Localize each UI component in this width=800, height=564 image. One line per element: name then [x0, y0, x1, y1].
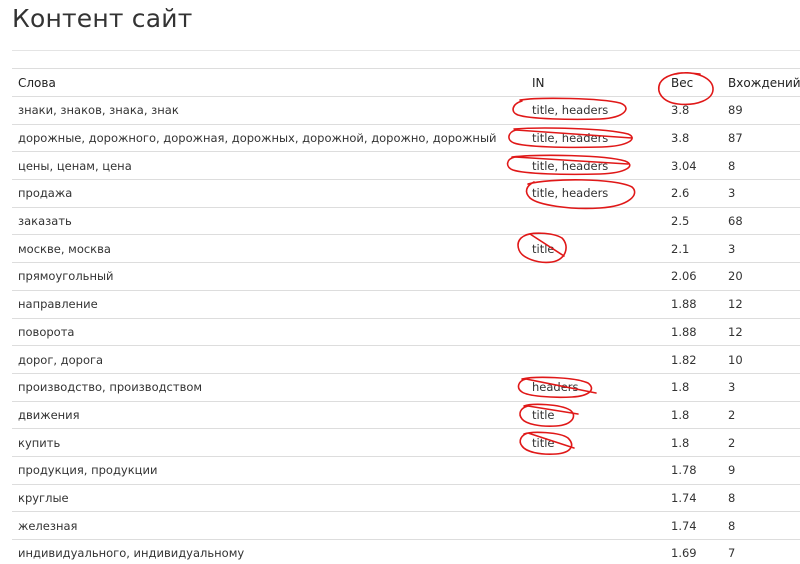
cell-weight: 2.1 [671, 241, 690, 256]
cell-count: 7 [728, 546, 736, 561]
cell-count: 8 [728, 518, 736, 533]
cell-count: 87 [728, 131, 743, 146]
cell-count: 12 [728, 297, 743, 312]
cell-words: направление [18, 297, 98, 312]
table-row: продукция, продукции 1.78 9 [12, 457, 800, 485]
table-row: москве, москва title 2.1 3 [12, 235, 800, 264]
cell-count: 3 [728, 241, 736, 256]
cell-weight: 1.74 [671, 518, 697, 533]
table-row: дорожные, дорожного, дорожная, дорожных,… [12, 125, 800, 153]
cell-in: title, headers [532, 131, 609, 146]
cell-in: title, headers [532, 186, 609, 201]
table-row: продажа title, headers 2.6 3 [12, 180, 800, 208]
cell-in: title [532, 435, 555, 450]
table-row: поворота 1.88 12 [12, 319, 800, 347]
table-row: купить title 1.8 2 [12, 429, 800, 457]
cell-in: title [532, 241, 555, 256]
cell-weight: 1.88 [671, 297, 697, 312]
header-in: IN [532, 75, 545, 90]
table-row: индивидуального, индивидуальному 1.69 7 [12, 540, 800, 564]
cell-in: title, headers [532, 158, 609, 173]
cell-words: железная [18, 518, 78, 533]
cell-words: заказать [18, 214, 72, 229]
table-row: направление 1.88 12 [12, 291, 800, 319]
title-divider [12, 50, 800, 51]
cell-weight: 2.5 [671, 214, 690, 229]
cell-words: дорожные, дорожного, дорожная, дорожных,… [18, 131, 497, 146]
cell-weight: 2.06 [671, 269, 697, 284]
table-row: цены, ценам, цена title, headers 3.04 8 [12, 152, 800, 181]
cell-words: продажа [18, 186, 73, 201]
cell-weight: 1.8 [671, 407, 690, 422]
cell-in: headers [532, 380, 579, 395]
cell-weight: 1.69 [671, 546, 697, 561]
header-count: Вхождений [728, 75, 800, 90]
cell-weight: 3.04 [671, 158, 697, 173]
table-header-row: Слова IN Вес Вхождений [12, 69, 800, 97]
cell-words: купить [18, 435, 61, 450]
cell-weight: 1.82 [671, 352, 697, 367]
cell-words: движения [18, 407, 80, 422]
cell-weight: 3.8 [671, 103, 690, 118]
cell-count: 20 [728, 269, 743, 284]
cell-in: title, headers [532, 103, 609, 118]
cell-in: title [532, 407, 555, 422]
cell-words: продукция, продукции [18, 463, 158, 478]
cell-words: дорог, дорога [18, 352, 104, 367]
cell-words: цены, ценам, цена [18, 158, 132, 173]
table-row: движения title 1.8 2 [12, 402, 800, 430]
keywords-table: Слова IN Вес Вхождений знаки, знаков, зн… [12, 68, 800, 564]
table-row: заказать 2.5 68 [12, 208, 800, 236]
cell-count: 2 [728, 407, 736, 422]
cell-weight: 1.8 [671, 380, 690, 395]
table-row: прямоугольный 2.06 20 [12, 263, 800, 291]
cell-weight: 1.88 [671, 324, 697, 339]
table-row: круглые 1.74 8 [12, 485, 800, 513]
cell-words: знаки, знаков, знака, знак [18, 103, 179, 118]
table-row: производство, производством headers 1.8 3 [12, 374, 800, 402]
cell-words: поворота [18, 324, 75, 339]
cell-count: 89 [728, 103, 743, 118]
cell-words: круглые [18, 490, 69, 505]
cell-weight: 1.78 [671, 463, 697, 478]
table-body: знаки, знаков, знака, знак title, headers… [12, 97, 800, 564]
cell-count: 12 [728, 324, 743, 339]
table-row: железная 1.74 8 [12, 512, 800, 540]
cell-weight: 2.6 [671, 186, 690, 201]
cell-words: прямоугольный [18, 269, 114, 284]
cell-count: 2 [728, 435, 736, 450]
cell-weight: 3.8 [671, 131, 690, 146]
cell-words: москве, москва [18, 241, 111, 256]
page-title: Контент сайт [12, 4, 193, 33]
cell-weight: 1.8 [671, 435, 690, 450]
table-row: знаки, знаков, знака, знак title, headers… [12, 97, 800, 125]
table-row: дорог, дорога 1.82 10 [12, 346, 800, 374]
cell-words: индивидуального, индивидуальному [18, 546, 245, 561]
header-words: Слова [18, 75, 56, 90]
cell-count: 8 [728, 490, 736, 505]
cell-weight: 1.74 [671, 490, 697, 505]
cell-count: 3 [728, 380, 736, 395]
cell-count: 8 [728, 158, 736, 173]
cell-count: 10 [728, 352, 743, 367]
cell-count: 9 [728, 463, 736, 478]
header-weight: Вес [671, 75, 694, 90]
cell-count: 3 [728, 186, 736, 201]
cell-words: производство, производством [18, 380, 203, 395]
cell-count: 68 [728, 214, 743, 229]
